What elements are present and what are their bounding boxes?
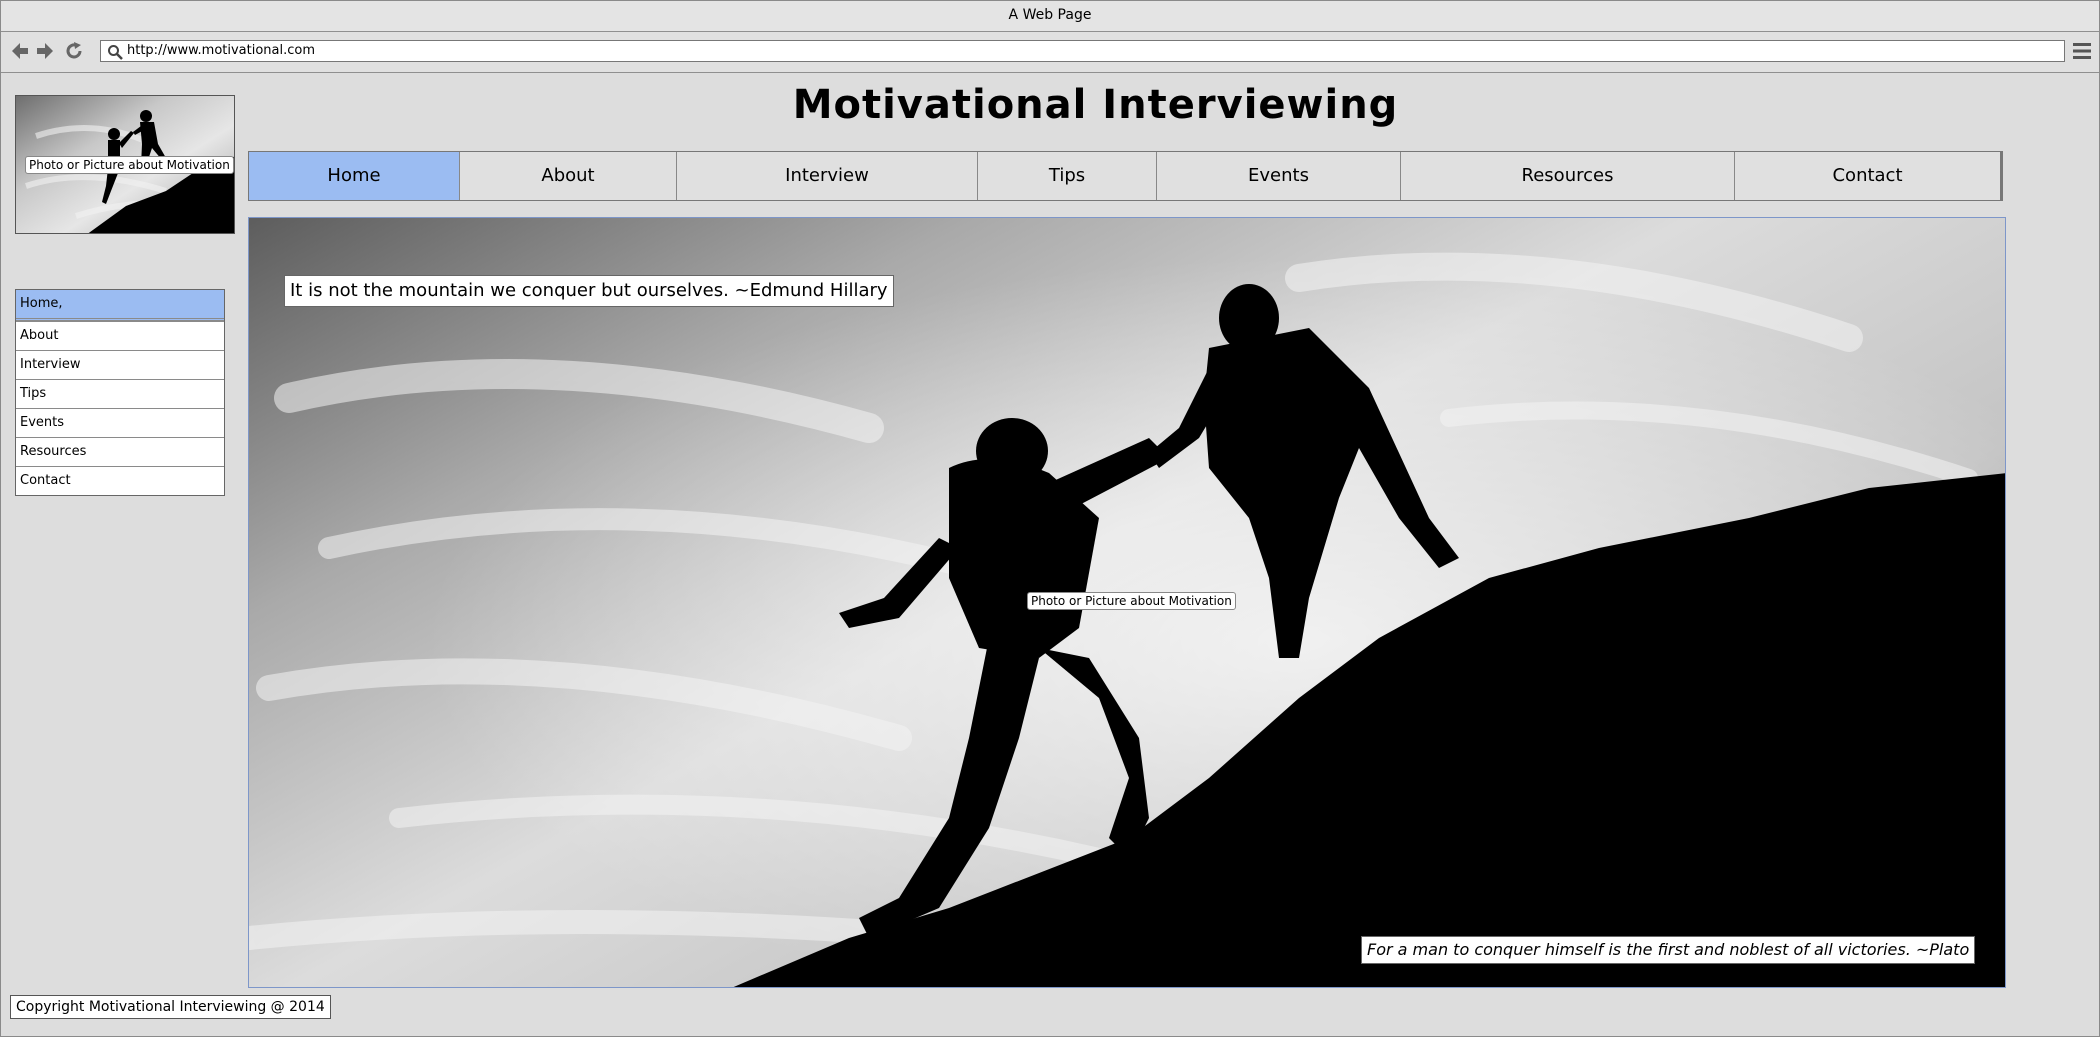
tab-contact[interactable]: Contact — [1735, 152, 2002, 200]
tab-events[interactable]: Events — [1157, 152, 1401, 200]
tab-about[interactable]: About — [460, 152, 677, 200]
tab-resources[interactable]: Resources — [1401, 152, 1735, 200]
sidebar-item-resources[interactable]: Resources — [16, 437, 224, 466]
hero-photo-label: Photo or Picture about Motivation — [1027, 592, 1236, 610]
top-nav: Home About Interview Tips Events Resourc… — [248, 151, 2003, 201]
site-title: Motivational Interviewing — [792, 82, 1399, 128]
tab-interview[interactable]: Interview — [677, 152, 978, 200]
window-title: A Web Page — [1, 1, 2099, 32]
footer-copyright: Copyright Motivational Interviewing @ 20… — [10, 995, 331, 1019]
sidebar-item-tips[interactable]: Tips — [16, 379, 224, 408]
sidebar-photo: Photo or Picture about Motivation — [15, 95, 235, 234]
address-bar[interactable]: http://www.motivational.com — [100, 40, 2065, 62]
quote-plato: For a man to conquer himself is the firs… — [1361, 936, 1976, 964]
forward-arrow-icon[interactable] — [34, 40, 56, 62]
sidebar-item-interview[interactable]: Interview — [16, 350, 224, 379]
reload-icon[interactable] — [63, 40, 85, 62]
url-text: http://www.motivational.com — [127, 43, 316, 58]
sidebar-item-home[interactable]: Home, — [16, 290, 224, 321]
quote-hillary: It is not the mountain we conquer but ou… — [284, 275, 894, 307]
sidebar-item-about[interactable]: About — [16, 321, 224, 350]
hero-photo: It is not the mountain we conquer but ou… — [248, 217, 2006, 988]
sidebar-photo-label: Photo or Picture about Motivation — [25, 156, 234, 174]
tab-home[interactable]: Home — [249, 152, 460, 200]
tab-tips[interactable]: Tips — [978, 152, 1157, 200]
back-arrow-icon[interactable] — [9, 40, 31, 62]
sidebar-item-contact[interactable]: Contact — [16, 466, 224, 495]
browser-toolbar: http://www.motivational.com — [1, 32, 2099, 73]
sidebar-item-events[interactable]: Events — [16, 408, 224, 437]
sidebar-nav: Home, About Interview Tips Events Resour… — [15, 289, 225, 496]
search-icon — [108, 45, 123, 60]
menu-icon[interactable] — [2072, 42, 2092, 60]
